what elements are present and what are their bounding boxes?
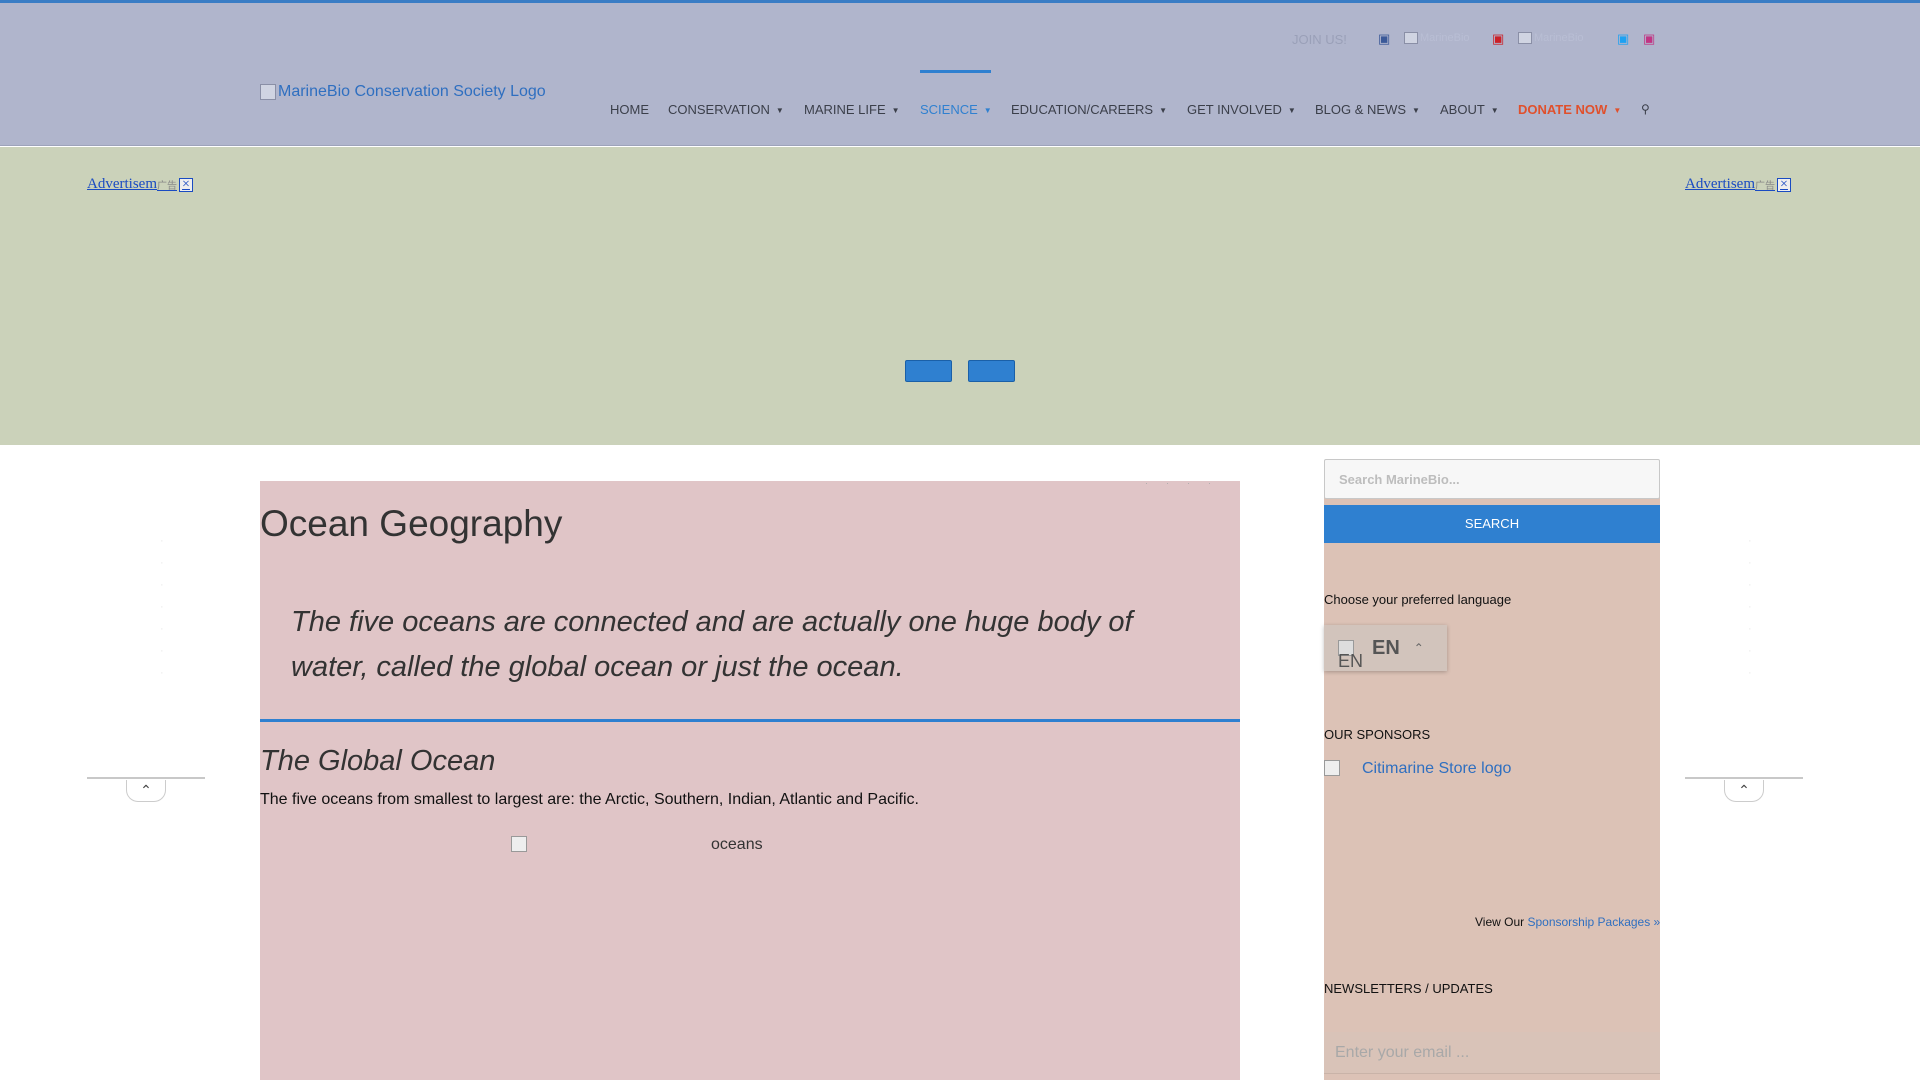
image-placeholder-icon	[1324, 760, 1340, 776]
chevron-down-icon: ▼	[1287, 106, 1296, 115]
hero-button-right[interactable]	[968, 360, 1015, 382]
image-placeholder-icon	[260, 84, 276, 100]
pinterest-icon[interactable]: ▣	[1492, 31, 1504, 47]
chevron-up-icon: ⌃	[1413, 641, 1424, 655]
site-logo[interactable]: MarineBio Conservation Society Logo	[260, 83, 546, 101]
chevron-down-icon: ▼	[891, 106, 900, 115]
chevron-up-icon[interactable]: ⌃	[126, 780, 166, 802]
language-code: EN	[1372, 636, 1400, 659]
view-sponsorship: View Our Sponsorship Packages »	[1475, 915, 1661, 929]
sponsor-logo[interactable]: Citimarine Store logo	[1324, 760, 1511, 778]
nav-item-donate-now[interactable]: DONATE NOW ▼	[1518, 102, 1621, 117]
nav-item-about[interactable]: ABOUT ▼	[1440, 102, 1499, 117]
instagram-icon[interactable]: ▣	[1643, 31, 1655, 47]
close-icon[interactable]: ×	[1777, 177, 1791, 192]
advertisement-left[interactable]: Advertisement 广告 ×	[87, 176, 193, 193]
page-title: Ocean Geography	[260, 503, 563, 544]
search-input[interactable]: Search MarineBio...	[1324, 459, 1660, 499]
section-divider	[260, 719, 1240, 722]
image-placeholder-icon	[511, 836, 527, 852]
join-us-link[interactable]: JOIN US!	[1292, 32, 1347, 47]
email-field[interactable]: Enter your email ...	[1324, 1032, 1660, 1074]
chevron-up-icon[interactable]: ⌃	[1724, 780, 1764, 802]
chevron-down-icon: ▼	[1412, 106, 1420, 115]
chevron-down-icon: ▼	[1490, 106, 1499, 115]
language-label: Choose your preferred language	[1324, 592, 1512, 607]
close-icon[interactable]: ×	[179, 177, 193, 192]
nav-item-get-involved[interactable]: GET INVOLVED ▼	[1187, 102, 1296, 117]
hero-banner: Advertisement 广告 × Advertisement 广告 ×	[0, 147, 1920, 445]
chevron-down-icon: ▼	[1613, 106, 1622, 115]
chevron-down-icon: ▼	[775, 106, 784, 115]
chevron-down-icon: ▼	[1159, 106, 1167, 115]
top-bar: JOIN US! ▣ MarineBio ▣ MarineBio ▣ ▣	[0, 0, 1920, 70]
advertisement-right[interactable]: Advertisement 广告 ×	[1685, 176, 1791, 193]
active-nav-indicator	[920, 70, 991, 73]
nav-item-conservation[interactable]: CONSERVATION ▼	[668, 102, 784, 117]
flag-icon: EN	[1338, 640, 1363, 671]
section-paragraph: The five oceans from smallest to largest…	[260, 791, 919, 808]
main-navbar: MarineBio Conservation Society Logo HOME…	[0, 70, 1920, 146]
search-icon[interactable]: ⚲	[1641, 102, 1650, 116]
side-decoration-left: · · · · · · ·	[160, 535, 164, 679]
sponsors-label: OUR SPONSORS	[1324, 727, 1431, 742]
chevron-down-icon: ▼	[983, 106, 992, 115]
language-selector[interactable]: EN EN ⌃	[1324, 625, 1447, 671]
newsletters-label: NEWSLETTERS / UPDATES	[1324, 981, 1493, 996]
nav-item-marine-life[interactable]: MARINE LIFE ▼	[804, 102, 900, 117]
oceans-image: oceans	[511, 836, 763, 854]
section-title: The Global Ocean	[260, 745, 496, 777]
nav-item-home[interactable]: HOME	[610, 102, 649, 117]
lead-quote: The five oceans are connected and are ac…	[291, 606, 1133, 683]
side-decoration-right: · · · · · · ·	[1748, 535, 1752, 679]
main-content	[260, 481, 1240, 1080]
nav-item-science[interactable]: SCIENCE ▼	[920, 102, 992, 117]
nav-item-blog-news[interactable]: BLOG & NEWS ▼	[1315, 102, 1420, 117]
share-icons[interactable]: ····	[1145, 478, 1229, 488]
social-image-placeholder[interactable]: MarineBio	[1518, 32, 1584, 44]
sponsorship-packages-link[interactable]: Sponsorship Packages »	[1527, 915, 1660, 929]
search-button[interactable]: SEARCH	[1324, 505, 1660, 543]
social-image-placeholder[interactable]: MarineBio	[1404, 32, 1470, 44]
facebook-icon[interactable]: ▣	[1378, 31, 1390, 47]
twitter-icon[interactable]: ▣	[1617, 31, 1629, 47]
hero-button-left[interactable]	[905, 360, 952, 382]
nav-item-education-careers[interactable]: EDUCATION/CAREERS ▼	[1011, 102, 1167, 117]
